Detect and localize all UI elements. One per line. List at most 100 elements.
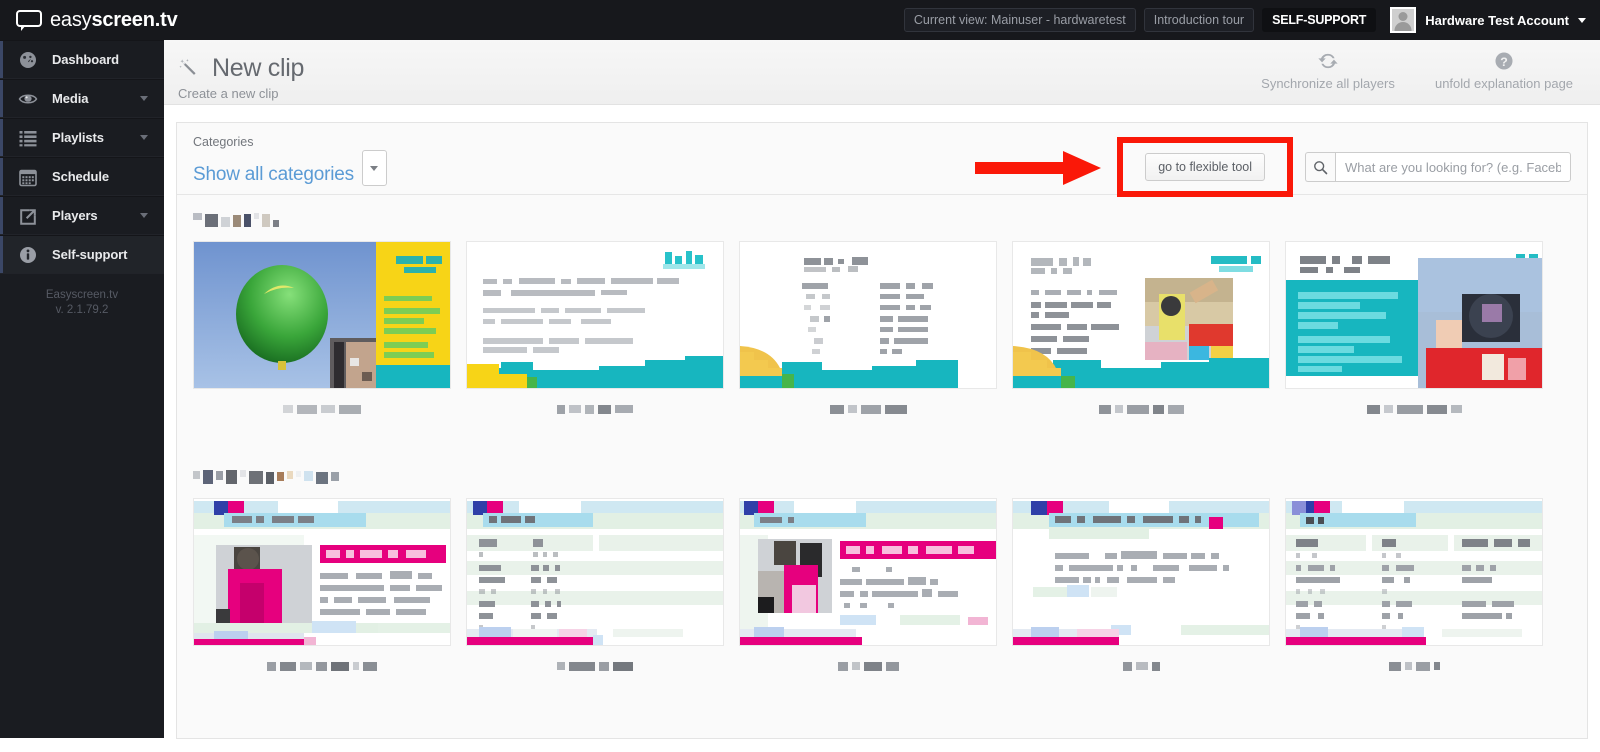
- chevron-down-icon: [370, 165, 379, 171]
- account-name: Hardware Test Account: [1425, 12, 1569, 28]
- search-icon: [1314, 160, 1328, 174]
- template-label-redacted: [739, 396, 997, 422]
- external-link-icon: [20, 208, 36, 225]
- template-card-1[interactable]: [193, 241, 451, 422]
- template-thumbnail[interactable]: [466, 498, 724, 646]
- sidebar-item-label: Dashboard: [52, 52, 120, 67]
- question-circle-icon: ?: [1416, 48, 1592, 74]
- template-card-4[interactable]: [1012, 241, 1270, 422]
- thumbnail-preview: [740, 499, 996, 645]
- sidebar-footer-name: Easyscreen.tv: [45, 289, 119, 301]
- search-button[interactable]: [1305, 152, 1335, 182]
- thumbnail-preview: [194, 242, 450, 388]
- template-thumbnail[interactable]: [1285, 498, 1543, 646]
- chevron-down-icon: [1578, 17, 1586, 23]
- sidebar-item-dashboard[interactable]: Dashboard: [0, 40, 164, 79]
- page-header-actions: Synchronize all players ? unfold explana…: [1240, 48, 1592, 91]
- template-label-redacted: [466, 396, 724, 422]
- template-thumbnail[interactable]: [193, 498, 451, 646]
- thumbnail-preview: [467, 242, 723, 388]
- template-thumbnail[interactable]: [739, 498, 997, 646]
- sidebar-item-players[interactable]: Players: [0, 196, 164, 235]
- sidebar-item-label: Schedule: [52, 169, 109, 184]
- template-thumbnail[interactable]: [193, 241, 451, 389]
- avatar: [1390, 7, 1417, 33]
- template-thumbnail[interactable]: [466, 241, 724, 389]
- template-grid-scroll[interactable]: [177, 195, 1587, 739]
- template-label-redacted: [1285, 653, 1543, 679]
- sidebar-item-self-support[interactable]: Self-support: [0, 235, 164, 274]
- info-icon: [20, 246, 36, 263]
- template-thumbnail[interactable]: [1012, 498, 1270, 646]
- template-card-8[interactable]: [739, 498, 997, 679]
- page-subtitle: Create a new clip: [178, 86, 279, 101]
- brand-light: easy: [50, 8, 92, 31]
- sidebar-item-playlists[interactable]: Playlists: [0, 118, 164, 157]
- thumbnail-preview: [467, 499, 723, 645]
- categories-selected-value[interactable]: Show all categories: [193, 164, 354, 186]
- magic-wand-icon: [179, 58, 196, 75]
- brand-logo[interactable]: easyscreen.tv: [0, 0, 178, 40]
- section-title-redacted: [193, 466, 1587, 484]
- gauge-icon: [20, 51, 36, 68]
- card-row-2: [193, 498, 1587, 679]
- template-card-3[interactable]: [739, 241, 997, 422]
- top-bar-right: Current view: Mainuser - hardwaretest In…: [903, 0, 1600, 40]
- chevron-down-icon: [140, 135, 148, 140]
- brand-wordmark: easyscreen.tv: [50, 9, 178, 32]
- go-to-flexible-tool-button[interactable]: go to flexible tool: [1145, 153, 1265, 181]
- template-card-10[interactable]: [1285, 498, 1543, 679]
- sidebar-item-label: Playlists: [52, 130, 104, 145]
- unfold-explanation-page-button[interactable]: ? unfold explanation page: [1416, 48, 1592, 91]
- current-view-chip[interactable]: Current view: Mainuser - hardwaretest: [903, 8, 1136, 32]
- sidebar-item-label: Self-support: [52, 247, 128, 262]
- top-bar: easyscreen.tv Current view: Mainuser - h…: [0, 0, 1600, 40]
- section-title-redacted: [193, 209, 1587, 227]
- thumbnail-preview: [1013, 499, 1269, 645]
- synchronize-all-players-button[interactable]: Synchronize all players: [1240, 48, 1416, 91]
- template-card-6[interactable]: [193, 498, 451, 679]
- template-thumbnail[interactable]: [739, 241, 997, 389]
- template-label-redacted: [739, 653, 997, 679]
- thumbnail-preview: [740, 242, 996, 388]
- page-header: New clip Create a new clip Synchronize a…: [164, 40, 1600, 105]
- sidebar-item-label: Media: [52, 91, 89, 106]
- template-label-redacted: [1012, 396, 1270, 422]
- template-card-5[interactable]: [1285, 241, 1543, 422]
- template-card-7[interactable]: [466, 498, 724, 679]
- thumbnail-preview: [194, 499, 450, 645]
- thumbnail-preview: [1286, 242, 1542, 388]
- list-icon: [19, 130, 37, 146]
- action-label: Synchronize all players: [1261, 76, 1395, 91]
- sidebar-item-schedule[interactable]: Schedule: [0, 157, 164, 196]
- self-support-button[interactable]: SELF-SUPPORT: [1262, 8, 1377, 32]
- page-title-group: New clip: [178, 54, 304, 83]
- template-label-redacted: [193, 653, 451, 679]
- eye-icon: [18, 94, 38, 103]
- calendar-icon: [19, 169, 37, 186]
- introduction-tour-button[interactable]: Introduction tour: [1143, 8, 1255, 32]
- action-label: unfold explanation page: [1434, 76, 1574, 91]
- thumbnail-preview: [1013, 242, 1269, 388]
- categories-label: Categories: [193, 135, 254, 149]
- toolbar-right-group: go to flexible tool: [1117, 137, 1571, 197]
- sync-icon: [1240, 48, 1416, 74]
- template-card-2[interactable]: [466, 241, 724, 422]
- chevron-down-icon: [140, 213, 148, 218]
- categories-filter: Categories Show all categories: [193, 135, 387, 186]
- speech-bubble-icon: [16, 9, 42, 31]
- template-card-9[interactable]: [1012, 498, 1270, 679]
- sidebar-footer-version: v. 2.1.79.2: [55, 304, 109, 316]
- content-panel: Categories Show all categories go to fle…: [176, 122, 1588, 739]
- account-menu[interactable]: Hardware Test Account: [1390, 7, 1586, 33]
- template-thumbnail[interactable]: [1012, 241, 1270, 389]
- card-row-1: [193, 241, 1587, 422]
- categories-dropdown-button[interactable]: [361, 150, 387, 186]
- search-input[interactable]: [1335, 152, 1571, 182]
- sidebar-item-media[interactable]: Media: [0, 79, 164, 118]
- template-label-redacted: [1285, 396, 1543, 422]
- sidebar-item-label: Players: [52, 208, 98, 223]
- thumbnail-preview: [1286, 499, 1542, 645]
- svg-text:?: ?: [1500, 55, 1508, 69]
- template-thumbnail[interactable]: [1285, 241, 1543, 389]
